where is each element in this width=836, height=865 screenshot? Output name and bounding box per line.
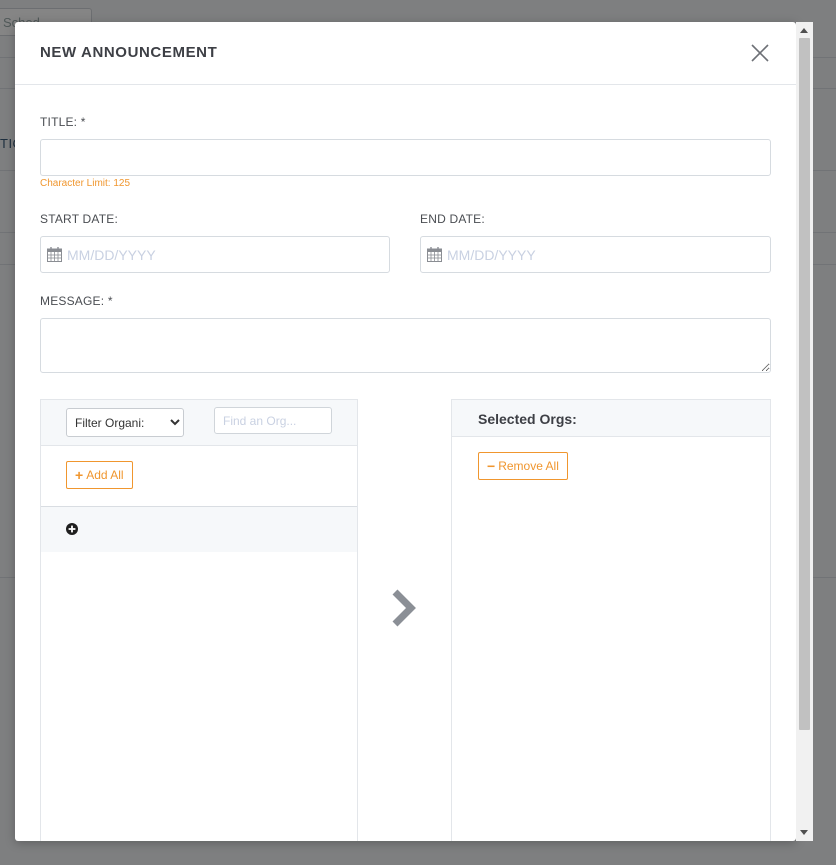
- title-character-limit: Character Limit: 125: [40, 178, 131, 189]
- message-textarea[interactable]: [40, 318, 771, 373]
- chevron-right-icon[interactable]: [387, 586, 419, 630]
- find-org-input[interactable]: [214, 407, 332, 434]
- end-date-label: END DATE:: [420, 212, 485, 226]
- remove-all-label: Remove All: [498, 459, 559, 473]
- add-all-row: + Add All: [41, 446, 357, 507]
- scroll-down-arrow-icon[interactable]: [800, 830, 808, 835]
- modal-header: NEW ANNOUNCEMENT: [15, 22, 796, 85]
- start-date-field[interactable]: [40, 236, 390, 273]
- title-input[interactable]: [40, 139, 771, 176]
- remove-all-button[interactable]: − Remove All: [478, 452, 568, 480]
- add-all-button[interactable]: + Add All: [66, 461, 133, 489]
- new-announcement-modal: NEW ANNOUNCEMENT TITLE: * Character Limi…: [15, 22, 796, 841]
- scroll-up-arrow-icon[interactable]: [800, 28, 808, 33]
- org-filter-bar: Filter Organi:: [41, 400, 357, 446]
- plus-circle-icon[interactable]: [66, 523, 78, 535]
- message-label: MESSAGE: *: [40, 294, 113, 308]
- filter-organizations-select[interactable]: Filter Organi:: [66, 408, 184, 437]
- modal-scrollbar[interactable]: [796, 22, 813, 841]
- calendar-icon: [47, 247, 62, 262]
- minus-icon: −: [487, 458, 496, 474]
- start-date-input[interactable]: [65, 237, 383, 272]
- close-icon[interactable]: [750, 43, 770, 63]
- modal-title: NEW ANNOUNCEMENT: [40, 44, 218, 61]
- selected-orgs-panel: Selected Orgs: − Remove All: [451, 399, 771, 841]
- start-date-label: START DATE:: [40, 212, 118, 226]
- end-date-input[interactable]: [445, 237, 764, 272]
- scroll-thumb[interactable]: [799, 38, 810, 730]
- available-orgs-panel: Filter Organi: + Add All: [40, 399, 358, 841]
- org-list-item[interactable]: [41, 507, 357, 552]
- plus-icon: +: [75, 467, 84, 483]
- end-date-field[interactable]: [420, 236, 771, 273]
- calendar-icon: [427, 247, 442, 262]
- selected-orgs-title: Selected Orgs:: [478, 411, 577, 427]
- selected-orgs-header: Selected Orgs:: [452, 400, 770, 437]
- add-all-label: Add All: [86, 468, 124, 482]
- title-label: TITLE: *: [40, 115, 86, 129]
